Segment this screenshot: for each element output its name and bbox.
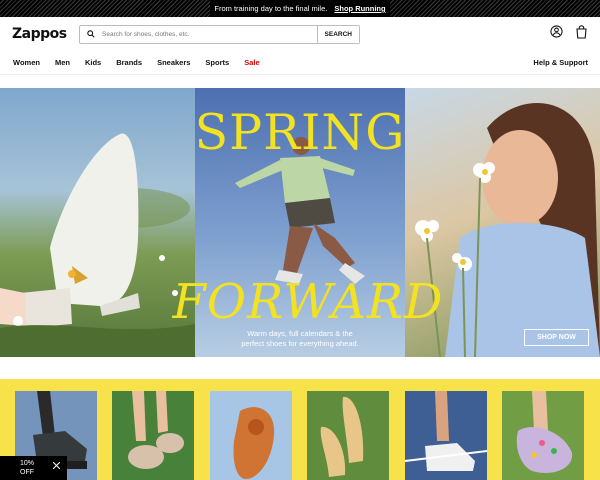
search-bar: SEARCH bbox=[79, 24, 360, 44]
shop-now-button[interactable]: SHOP NOW bbox=[524, 329, 589, 346]
search-input[interactable] bbox=[102, 30, 317, 38]
nav-sale[interactable]: Sale bbox=[244, 58, 259, 67]
nav-brands[interactable]: Brands bbox=[116, 58, 142, 67]
category-tile-sneakers[interactable] bbox=[405, 391, 487, 480]
category-band bbox=[0, 379, 600, 480]
search-icon bbox=[80, 30, 102, 38]
promo-text: From training day to the final mile. bbox=[212, 4, 330, 13]
hero-subtext-line-2: perfect shoes for everything ahead. bbox=[241, 339, 359, 348]
category-tile-crocs[interactable] bbox=[502, 391, 584, 480]
category-tile-flats[interactable] bbox=[307, 391, 389, 480]
close-icon[interactable] bbox=[52, 461, 61, 472]
nav-kids[interactable]: Kids bbox=[85, 58, 101, 67]
hero-banner[interactable]: SPRING FORWARD Warm days, full calendars… bbox=[0, 88, 600, 357]
nav-men[interactable]: Men bbox=[55, 58, 70, 67]
nav-sports[interactable]: Sports bbox=[205, 58, 229, 67]
hero-subtext: Warm days, full calendars & the perfect … bbox=[195, 329, 405, 349]
account-icon[interactable] bbox=[550, 25, 563, 43]
cart-icon[interactable] bbox=[575, 24, 588, 44]
nav-women[interactable]: Women bbox=[13, 58, 40, 67]
site-header: Zappos SEARCH bbox=[0, 17, 600, 51]
shop-running-link[interactable]: Shop Running bbox=[334, 4, 388, 13]
nav-sneakers[interactable]: Sneakers bbox=[157, 58, 190, 67]
hero-headline-forward: FORWARD bbox=[172, 274, 444, 330]
hero-headline-spring: SPRING bbox=[194, 104, 406, 161]
promo-banner: From training day to the final mile. Sho… bbox=[0, 0, 600, 17]
search-button[interactable]: SEARCH bbox=[316, 25, 359, 43]
help-support-link[interactable]: Help & Support bbox=[533, 58, 588, 67]
category-tile-sandals[interactable] bbox=[210, 391, 292, 480]
main-nav: Women Men Kids Brands Sneakers Sports Sa… bbox=[0, 51, 600, 75]
zappos-logo[interactable]: Zappos bbox=[12, 26, 79, 42]
category-tile-clogs[interactable] bbox=[112, 391, 194, 480]
hero-subtext-line-1: Warm days, full calendars & the bbox=[247, 329, 353, 338]
discount-offer-tab[interactable]: 10% OFF bbox=[0, 456, 67, 480]
